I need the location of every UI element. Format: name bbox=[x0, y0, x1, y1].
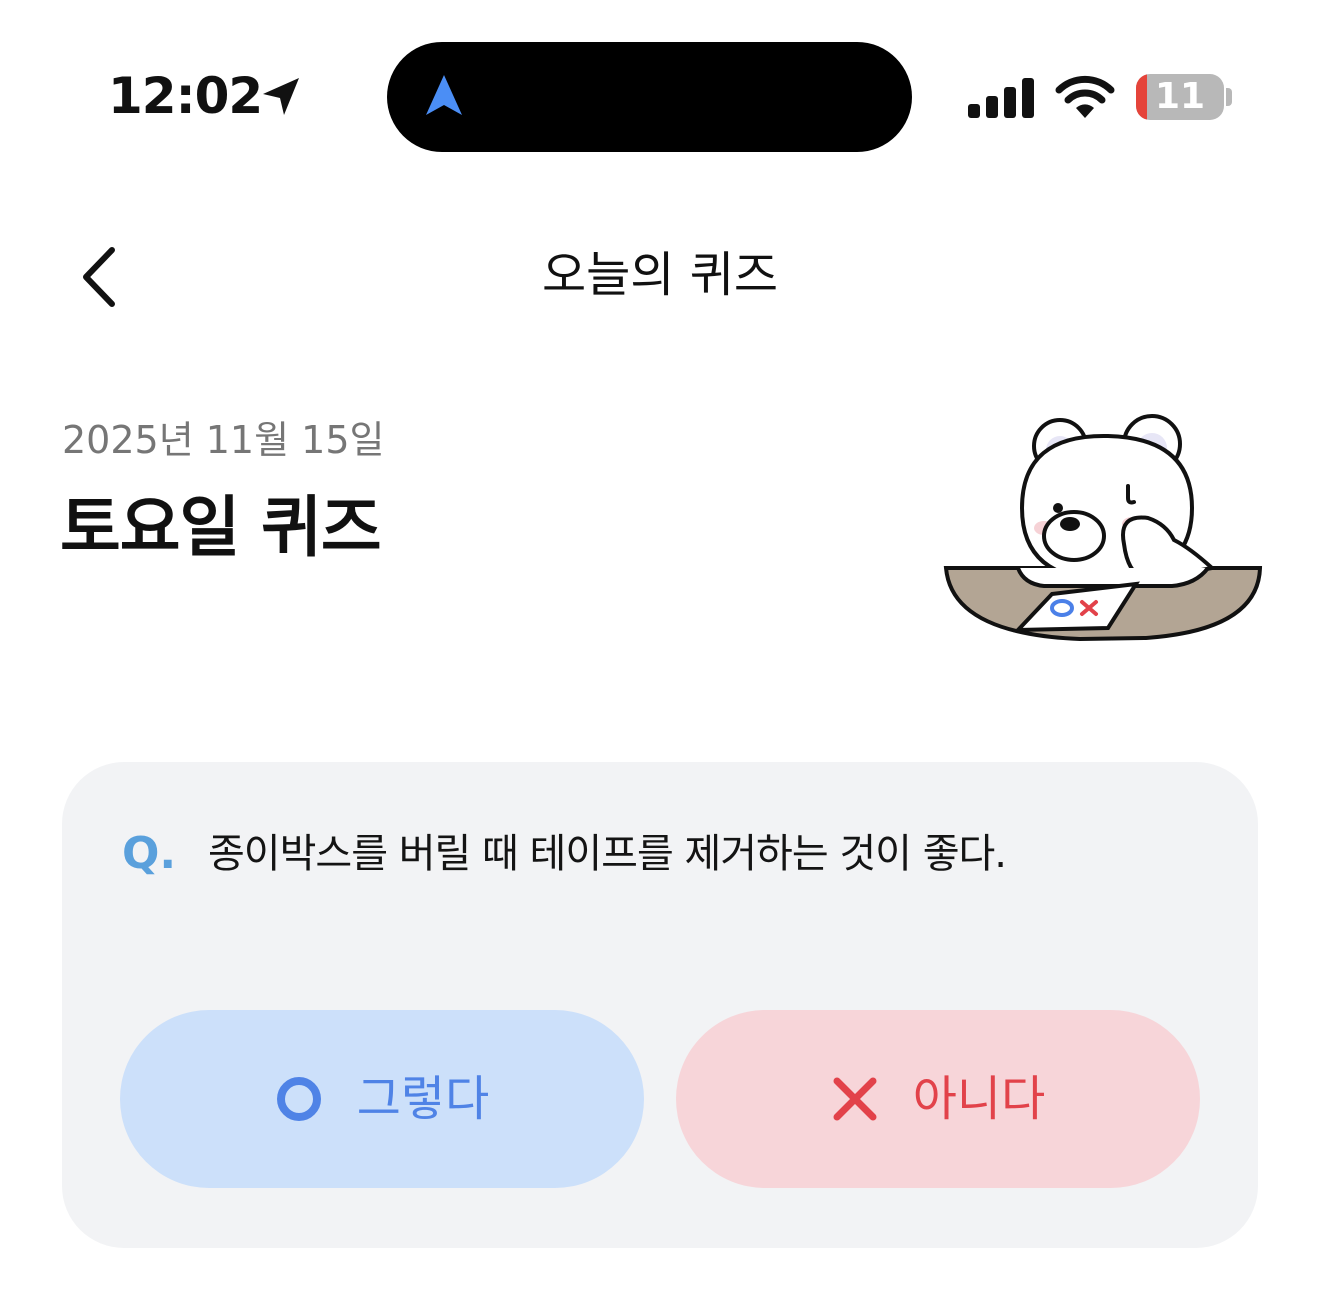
back-button[interactable] bbox=[74, 240, 134, 314]
circle-o-icon bbox=[276, 1077, 321, 1121]
navigation-icon bbox=[426, 75, 462, 115]
x-icon bbox=[833, 1077, 877, 1121]
bear-illustration bbox=[943, 414, 1263, 642]
answer-no-label: 아니다 bbox=[912, 1071, 1046, 1127]
question-text: 종이박스를 버릴 때 테이프를 제거하는 것이 좋다. bbox=[208, 831, 1007, 877]
location-arrow-icon bbox=[263, 78, 299, 115]
signal-icon bbox=[968, 78, 1034, 118]
dynamic-island bbox=[387, 42, 912, 152]
answer-yes-button[interactable]: 그렇다 bbox=[120, 1010, 644, 1188]
battery-tip bbox=[1226, 88, 1232, 106]
answer-yes-label: 그렇다 bbox=[356, 1071, 490, 1127]
chevron-left-icon bbox=[83, 247, 115, 307]
question-prefix: Q. bbox=[122, 828, 177, 879]
quiz-title: 토요일 퀴즈 bbox=[60, 489, 382, 566]
wifi-icon bbox=[1055, 75, 1115, 118]
battery-level: 11 bbox=[1154, 76, 1206, 117]
status-time: 12:02 bbox=[108, 67, 263, 125]
page-title: 오늘의 퀴즈 bbox=[541, 247, 779, 303]
quiz-date: 2025년 11월 15일 bbox=[62, 418, 385, 462]
battery-icon: 11 bbox=[1136, 74, 1224, 120]
answer-no-button[interactable]: 아니다 bbox=[676, 1010, 1200, 1188]
